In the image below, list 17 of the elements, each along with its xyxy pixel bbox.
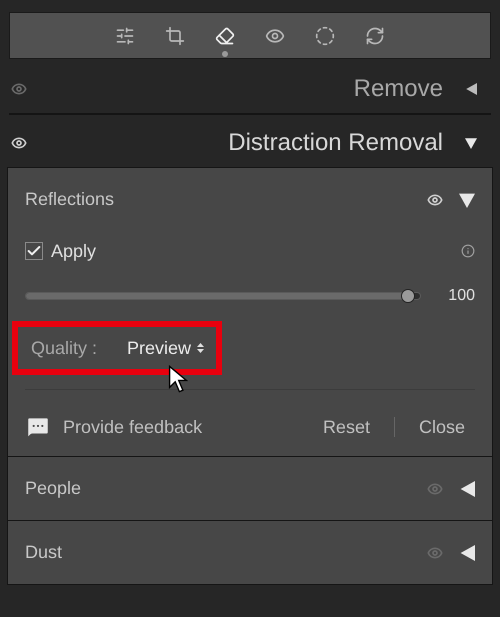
- section-header[interactable]: Remove: [9, 65, 491, 115]
- quality-label: Quality :: [31, 336, 98, 360]
- subsection-title: Reflections: [25, 188, 114, 211]
- section-title: Distraction Removal: [228, 128, 444, 158]
- subsection-title: Dust: [25, 541, 62, 564]
- subsection-header[interactable]: Dust: [8, 521, 492, 584]
- feedback-link[interactable]: Provide feedback: [63, 414, 202, 440]
- close-button[interactable]: Close: [418, 414, 465, 440]
- amount-value: 100: [447, 286, 475, 306]
- apply-label: Apply: [51, 240, 96, 263]
- section-title: Remove: [354, 74, 444, 104]
- reset-button[interactable]: Reset: [322, 414, 370, 440]
- subsection-header[interactable]: People: [8, 457, 492, 520]
- subsection-title: People: [25, 477, 82, 500]
- section-header[interactable]: Distraction Removal: [9, 118, 491, 168]
- subsection-header[interactable]: Reflections: [8, 168, 492, 231]
- quality-dropdown[interactable]: Preview: [127, 334, 204, 362]
